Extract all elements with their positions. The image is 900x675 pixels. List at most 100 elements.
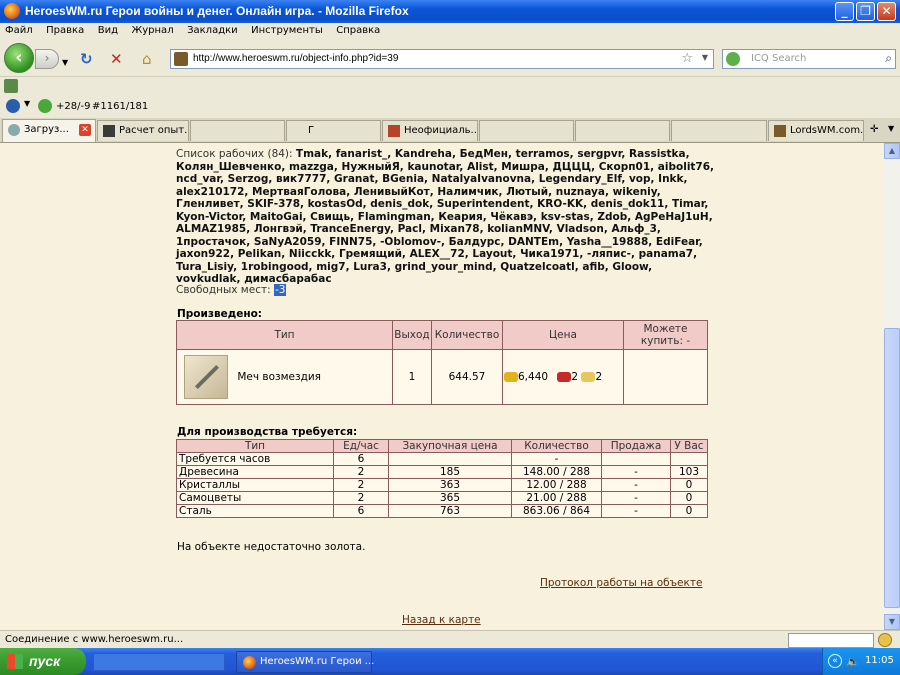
scroll-up-icon[interactable]: ▲ [884, 143, 900, 159]
bookmarks-toolbar [0, 77, 900, 95]
speaker-icon[interactable]: 🔈 [846, 655, 860, 668]
object-log-link[interactable]: Протокол работы на объекте [540, 577, 702, 589]
produced-table: Тип Выход Количество Цена Можете купить:… [176, 320, 708, 405]
tab-experience[interactable]: Расчет опыт. [97, 120, 189, 141]
cell-qty: - [511, 452, 602, 466]
taskbar-item-firefox[interactable]: HeroesWM.ru Герои ... [236, 651, 375, 673]
tab-8[interactable] [671, 120, 767, 141]
scroll-down-icon[interactable]: ▼ [884, 614, 900, 630]
tab-close-icon[interactable]: ✕ [79, 124, 91, 136]
temperature-readout: +28/-9 [56, 101, 91, 112]
table-row: Кристаллы 2 363 12.00 / 288 - 0 [176, 478, 708, 492]
menu-file[interactable]: Файл [0, 24, 38, 37]
col-price: Цена [502, 320, 624, 350]
price-res2: 2 [595, 371, 603, 383]
back-arrow-icon: ‹ [15, 47, 23, 68]
home-icon[interactable]: ⌂ [142, 52, 152, 67]
tab-book-icon [388, 125, 400, 137]
toolbar-addon-icon[interactable] [4, 79, 18, 93]
reload-icon[interactable]: ↻ [80, 52, 93, 67]
cell-type: Самоцветы [176, 491, 334, 505]
col-can-buy: Можете купить: - [623, 320, 708, 350]
status-bar: Соединение с www.heroeswm.ru... [0, 630, 900, 649]
menu-edit[interactable]: Правка [41, 24, 89, 37]
page-content: Список рабочих (84): Tmak, fanarist_, Ka… [0, 143, 884, 630]
col-output: Выход [392, 320, 432, 350]
table-header-row: Тип Выход Количество Цена Можете купить:… [176, 320, 708, 350]
tab-label: Загруз... [24, 124, 69, 135]
crystal-icon [557, 372, 572, 382]
menu-history[interactable]: Журнал [126, 24, 178, 37]
maximize-button[interactable]: ❐ [856, 2, 875, 21]
cell-have: 0 [670, 504, 708, 518]
workers-names: Tmak, fanarist_, Kandreha, БедМен, terra… [176, 148, 715, 285]
start-button[interactable]: пуск [0, 648, 86, 675]
col-have: У Вас [670, 439, 708, 453]
col-sale: Продажа [601, 439, 671, 453]
cell-sale: - [601, 465, 671, 479]
gold-warning: На объекте недостаточно золота. [177, 541, 366, 553]
tab-unofficial[interactable]: Неофициаль... [382, 120, 478, 141]
vertical-scrollbar[interactable]: ▲ ▼ [884, 143, 900, 630]
table-row: Меч возмездия 1 644.57 6,440 2 2 [176, 349, 708, 405]
tab-3[interactable] [190, 120, 285, 141]
cell-have [670, 452, 708, 466]
produced-heading: Произведено: [177, 308, 263, 320]
cell-rate: 6 [333, 452, 389, 466]
taskbar: пуск HeroesWM.ru Герои ... « 🔈 11:05 [0, 648, 900, 675]
col-buy-price: Закупочная цена [388, 439, 512, 453]
cell-have: 0 [670, 491, 708, 505]
stop-icon[interactable]: ✕ [110, 52, 123, 67]
address-bar[interactable]: http://www.heroeswm.ru/object-info.php?i… [170, 49, 714, 69]
forward-button[interactable]: › [35, 49, 59, 69]
history-dropdown-icon[interactable]: ▼ [62, 55, 68, 70]
search-engine-icon[interactable] [726, 52, 740, 66]
tab-loading[interactable]: Загруз... ✕ [2, 119, 96, 142]
status-field [788, 633, 874, 648]
item-price: 6,440 2 2 [502, 349, 624, 405]
smiley-icon[interactable] [878, 633, 892, 647]
back-to-map-link[interactable]: Назад к карте [402, 614, 481, 626]
tab-lordswm[interactable]: LordsWM.com... [768, 120, 864, 141]
tray-expand-icon[interactable]: « [828, 654, 842, 668]
address-dropdown-icon[interactable]: ▼ [702, 53, 708, 62]
menu-view[interactable]: Вид [93, 24, 123, 37]
menu-bookmarks[interactable]: Закладки [182, 24, 243, 37]
tab-4[interactable]: Г [286, 120, 381, 141]
search-placeholder: ICQ Search [751, 53, 807, 64]
tab-7[interactable] [575, 120, 670, 141]
weather-dropdown-icon[interactable]: ▼ [24, 99, 30, 108]
cell-price [388, 452, 512, 466]
tab-label: Неофициаль... [404, 125, 478, 136]
item-name: Меч возмездия [237, 371, 321, 383]
tab-list-icon[interactable]: ▼ [888, 124, 894, 133]
tab-6[interactable] [479, 120, 574, 141]
new-tab-icon[interactable]: ✛ [870, 124, 878, 135]
search-icon[interactable]: ⌕ [885, 51, 892, 66]
menu-bar: Файл Правка Вид Журнал Закладки Инструме… [0, 23, 900, 40]
taskbar-item-label: HeroesWM.ru Герои ... [260, 656, 375, 667]
workers-label: Список рабочих (84): [176, 148, 293, 160]
cell-sale [601, 452, 671, 466]
bookmark-star-icon[interactable]: ☆ [681, 51, 693, 66]
back-button[interactable]: ‹ [4, 43, 34, 73]
menu-tools[interactable]: Инструменты [246, 24, 328, 37]
weather-icon[interactable] [6, 99, 20, 113]
window-title: HeroesWM.ru Герои войны и денег. Онлайн … [25, 4, 409, 18]
address-text: http://www.heroeswm.ru/object-info.php?i… [193, 53, 399, 64]
quick-launch[interactable] [93, 653, 225, 671]
start-label: пуск [29, 653, 61, 669]
minimize-button[interactable]: _ [835, 2, 854, 21]
free-slots-value: -3 [273, 284, 287, 296]
search-box[interactable]: ICQ Search ⌕ [722, 49, 896, 69]
forward-arrow-icon: › [44, 51, 50, 65]
cell-price: 363 [388, 478, 512, 492]
cell-price: 185 [388, 465, 512, 479]
menu-help[interactable]: Справка [331, 24, 385, 37]
close-button[interactable]: ✕ [877, 2, 896, 21]
cell-qty: 12.00 / 288 [511, 478, 602, 492]
cell-rate: 2 [333, 478, 389, 492]
scroll-thumb[interactable] [884, 328, 900, 608]
gold-icon [504, 372, 518, 382]
navigation-toolbar: ‹ › ▼ ↻ ✕ ⌂ http://www.heroeswm.ru/objec… [0, 40, 900, 77]
